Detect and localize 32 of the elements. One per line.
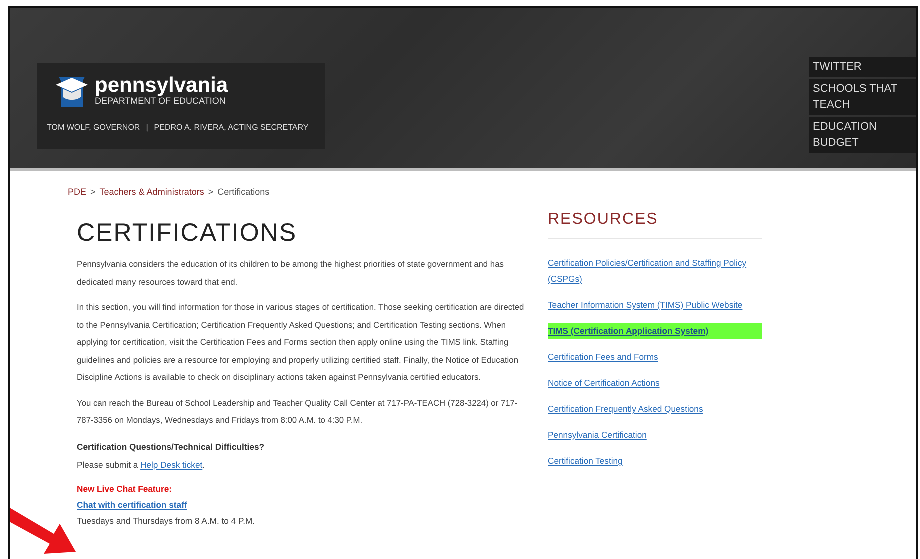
- support-heading: Certification Questions/Technical Difficulties?: [77, 440, 266, 454]
- resource-link[interactable]: Notice of Certification Actions: [548, 375, 762, 391]
- official-name: TOM WOLF, GOVERNOR: [47, 123, 140, 132]
- breadcrumb-separator: >: [208, 187, 214, 197]
- breadcrumb-link[interactable]: Teachers & Administrators: [100, 187, 204, 197]
- chat-heading: New Live Chat Feature:: [77, 482, 174, 496]
- paragraph: Pennsylvania considers the education of its children to be among the highest priorities of state government and has dedicated many resources toward that end.: [77, 258, 505, 289]
- resource-link[interactable]: Certification Frequently Asked Questions: [548, 401, 762, 417]
- resource-link[interactable]: Pennsylvania Certification: [548, 427, 762, 443]
- paragraph: In this section, you will find information for those in various stages of certification. Those seeking certification are directed to the Pennsylvania Certification; Certification Frequently Asked Questions; and Certification Testing sections. When applying for certification, visit the Certification Fees and Forms section then apply online using the TIMS link. Staffing guidelines and policies are a resource for employing and properly utilizing certified staff. Finally, the Notice of Education Discipline Actions is available to check on disciplinary actions taken against Pennsylvania certified educators.: [77, 301, 526, 384]
- breadcrumb-link[interactable]: PDE: [68, 187, 87, 197]
- separator: |: [146, 123, 148, 132]
- breadcrumb-separator: >: [90, 187, 96, 197]
- resource-link[interactable]: TIMS (Certification Application System): [548, 323, 762, 339]
- resource-link[interactable]: Certification Testing: [548, 453, 762, 469]
- help-desk-link[interactable]: Help Desk ticket: [140, 460, 203, 470]
- support-text: Please submit a Help Desk ticket.: [77, 458, 206, 472]
- paragraph: You can reach the Bureau of School Leadership and Teacher Quality Call Center at 717-PA-TEACH (728-3224) or 717-787-3356 on Mondays, Wednesdays and Fridays from 8:00 A.M. to 4:30 P.M.: [77, 396, 519, 427]
- logo-name: pennsylvania: [95, 76, 228, 96]
- chat-link[interactable]: Chat with certification staff: [77, 500, 188, 510]
- resource-link[interactable]: Certification Policies/Certification and Staffing Policy (CSPGs): [548, 255, 762, 287]
- page-title: CERTIFICATIONS: [77, 219, 298, 248]
- nav-link[interactable]: TWITTER: [809, 57, 916, 77]
- chat-hours: Tuesdays and Thursdays from 8 A.M. to 4 P.M.: [77, 514, 256, 528]
- resources-title: RESOURCES: [548, 211, 762, 239]
- breadcrumb-link[interactable]: Certifications: [218, 187, 270, 197]
- resource-link[interactable]: Certification Fees and Forms: [548, 349, 762, 365]
- resource-link[interactable]: Teacher Information System (TIMS) Public Website: [548, 297, 762, 313]
- official-name: PEDRO A. RIVERA, ACTING SECRETARY: [154, 123, 309, 132]
- nav-link[interactable]: SCHOOLS THAT TEACH: [809, 79, 916, 115]
- nav-link[interactable]: EDUCATION BUDGET: [809, 117, 916, 153]
- logo-subtitle: DEPARTMENT OF EDUCATION: [95, 96, 226, 106]
